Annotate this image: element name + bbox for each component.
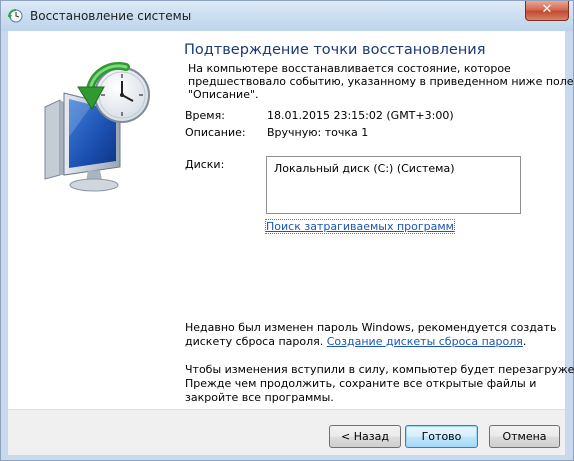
- disks-list[interactable]: Локальный диск (C:) (Система): [266, 156, 521, 214]
- password-notice-suffix: .: [522, 335, 527, 348]
- restart-notice-line: Прежде чем продолжить, сохраните все отк…: [185, 377, 537, 390]
- time-label: Время:: [185, 109, 225, 122]
- description-label: Описание:: [185, 126, 246, 139]
- disks-label: Диски:: [185, 158, 225, 171]
- time-value: 18.01.2015 23:15:02 (GMT+3:00): [267, 109, 454, 122]
- password-notice-prefix: дискету сброса пароля.: [185, 335, 327, 348]
- password-notice-line: Недавно был изменен пароль Windows, реко…: [185, 321, 557, 334]
- password-notice-line2: дискету сброса пароля. Создание дискеты …: [185, 335, 545, 349]
- cancel-button[interactable]: Отмена: [489, 425, 560, 448]
- wizard-art-panel: [8, 31, 173, 409]
- description-value: Вручную: точка 1: [267, 126, 369, 139]
- restart-notice-line: закройте все программы.: [185, 391, 334, 404]
- window-title: Восстановление системы: [30, 9, 192, 23]
- wizard-button-bar: < Назад Готово Отмена: [8, 409, 565, 455]
- close-button[interactable]: ✕: [525, 1, 569, 21]
- back-button[interactable]: < Назад: [329, 425, 401, 448]
- finish-button[interactable]: Готово: [405, 425, 478, 448]
- password-notice: Недавно был изменен пароль Windows, реко…: [185, 321, 557, 349]
- window-frame-right: [565, 31, 573, 454]
- system-restore-window: Восстановление системы ✕ Подтверждение т…: [0, 0, 574, 461]
- create-password-reset-disk-link[interactable]: Создание дискеты сброса пароля: [327, 335, 523, 348]
- intro-line: "Описание".: [188, 88, 259, 101]
- window-frame-left: [1, 31, 8, 454]
- intro-text: На компьютере восстанавливается состояни…: [188, 62, 574, 101]
- title-bar[interactable]: Восстановление системы ✕: [1, 1, 573, 31]
- close-icon: ✕: [541, 2, 553, 17]
- system-restore-monitor-clock-icon: [44, 62, 150, 192]
- intro-line: На компьютере восстанавливается состояни…: [188, 62, 511, 75]
- page-title: Подтверждение точки восстановления: [184, 42, 486, 58]
- intro-line: предшествовало событию, указанному в при…: [188, 75, 574, 88]
- restart-notice: Чтобы изменения вступили в силу, компьют…: [185, 363, 574, 405]
- restart-notice-line: Чтобы изменения вступили в силу, компьют…: [185, 363, 574, 376]
- scan-affected-programs-link[interactable]: Поиск затрагиваемых программ: [265, 219, 455, 234]
- list-item[interactable]: Локальный диск (C:) (Система): [274, 162, 455, 175]
- system-restore-icon: [8, 9, 23, 23]
